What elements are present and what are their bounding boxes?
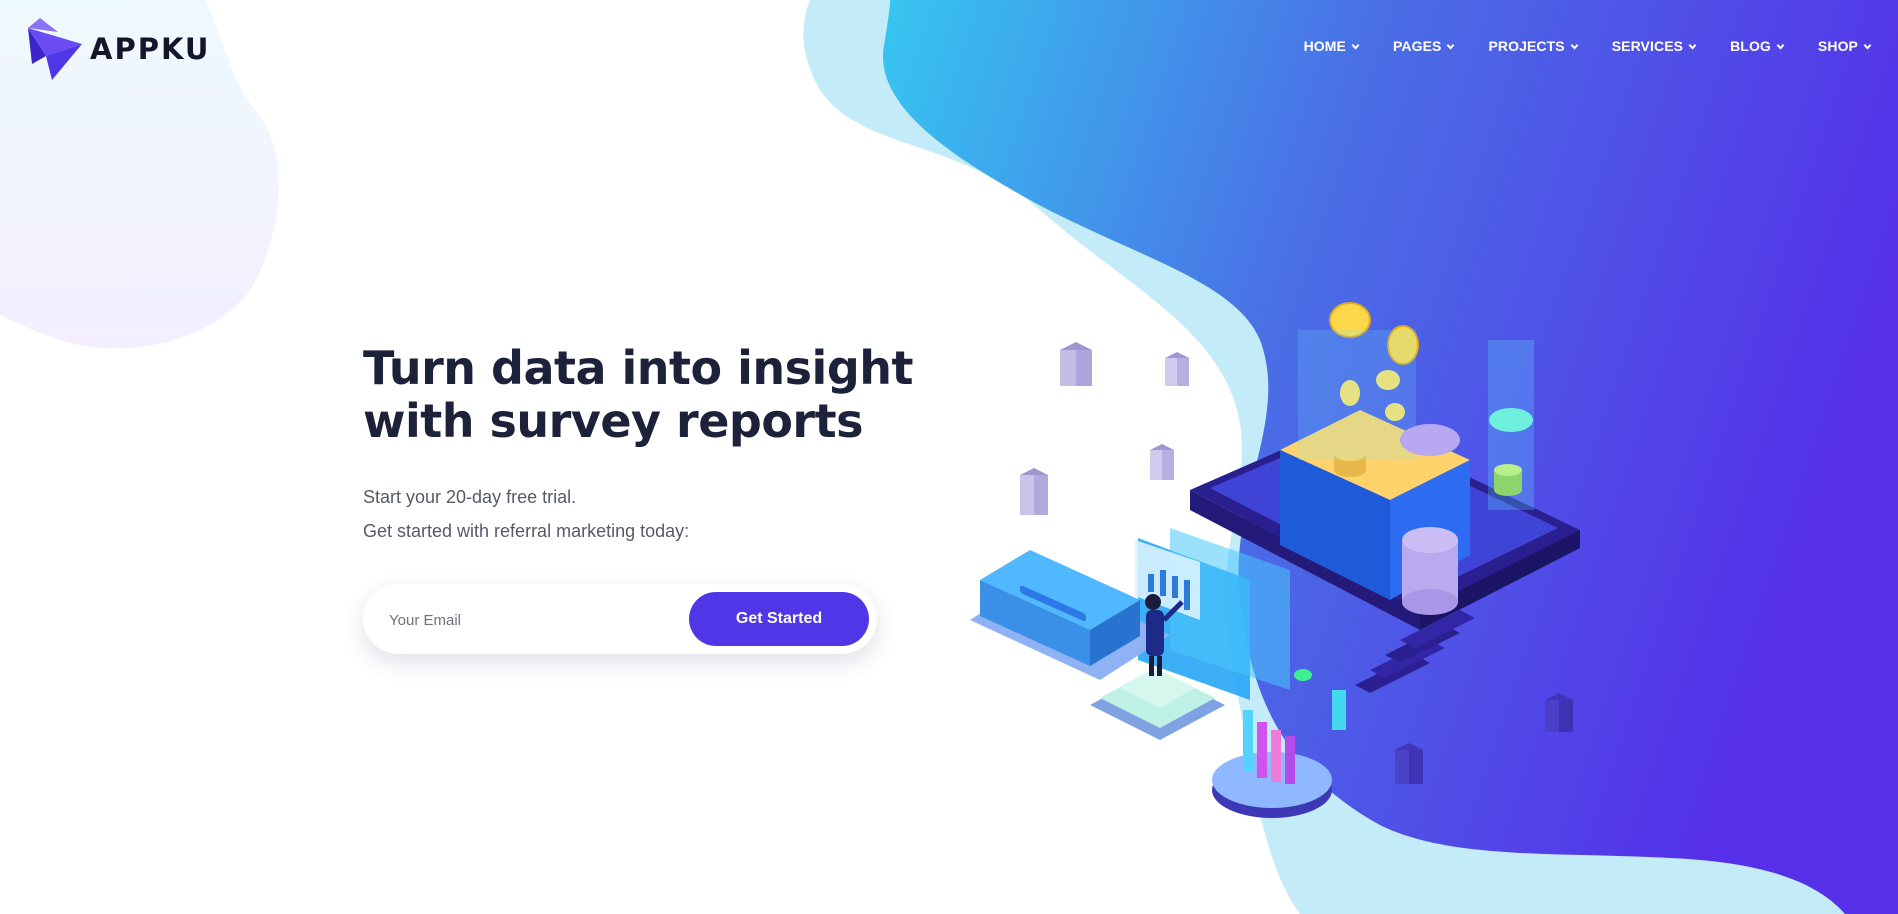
nav-item-home[interactable]: HOME	[1304, 38, 1360, 54]
brand-name: APPKU	[90, 32, 211, 66]
nav-item-label: SHOP	[1817, 38, 1858, 54]
brand-logo[interactable]: APPKU	[28, 18, 210, 80]
hero-subtitle-line: Start your 20-day free trial.	[363, 487, 577, 507]
hero-title-line: Turn data into insight	[363, 341, 913, 395]
chevron-down-icon	[1570, 43, 1579, 50]
nav-item-label: PROJECTS	[1488, 38, 1565, 54]
main-nav: HOME PAGES PROJECTS SERVICES BLOG SHOP	[1304, 38, 1872, 54]
nav-item-label: HOME	[1303, 38, 1346, 54]
signup-form: Get Started	[363, 584, 877, 654]
background-shapes	[0, 0, 1898, 914]
nav-item-projects[interactable]: PROJECTS	[1488, 38, 1579, 54]
get-started-button[interactable]: Get Started	[689, 592, 869, 646]
nav-item-services[interactable]: SERVICES	[1612, 38, 1697, 54]
nav-item-pages[interactable]: PAGES	[1393, 38, 1455, 54]
chevron-down-icon	[1863, 43, 1872, 50]
chevron-down-icon	[1776, 43, 1785, 50]
landing-page: APPKU HOME PAGES PROJECTS SERVICES BLOG …	[0, 0, 1898, 914]
chevron-down-icon	[1351, 43, 1360, 50]
email-field[interactable]	[387, 598, 641, 642]
nav-item-shop[interactable]: SHOP	[1818, 38, 1872, 54]
nav-item-blog[interactable]: BLOG	[1730, 38, 1785, 54]
chevron-down-icon	[1688, 43, 1697, 50]
hero-title: Turn data into insight with survey repor…	[363, 342, 923, 448]
nav-item-label: SERVICES	[1611, 38, 1684, 54]
nav-item-label: PAGES	[1392, 38, 1442, 54]
hero-title-line: with survey reports	[363, 394, 863, 448]
nav-item-label: BLOG	[1730, 38, 1771, 54]
isometric-data-analytics-illustration: ¥	[970, 302, 1580, 818]
hero-subtitle: Start your 20-day free trial. Get starte…	[363, 480, 689, 548]
chevron-down-icon	[1447, 43, 1455, 50]
logo-mark-icon	[28, 18, 82, 80]
hero-subtitle-line: Get started with referral marketing toda…	[363, 521, 690, 541]
